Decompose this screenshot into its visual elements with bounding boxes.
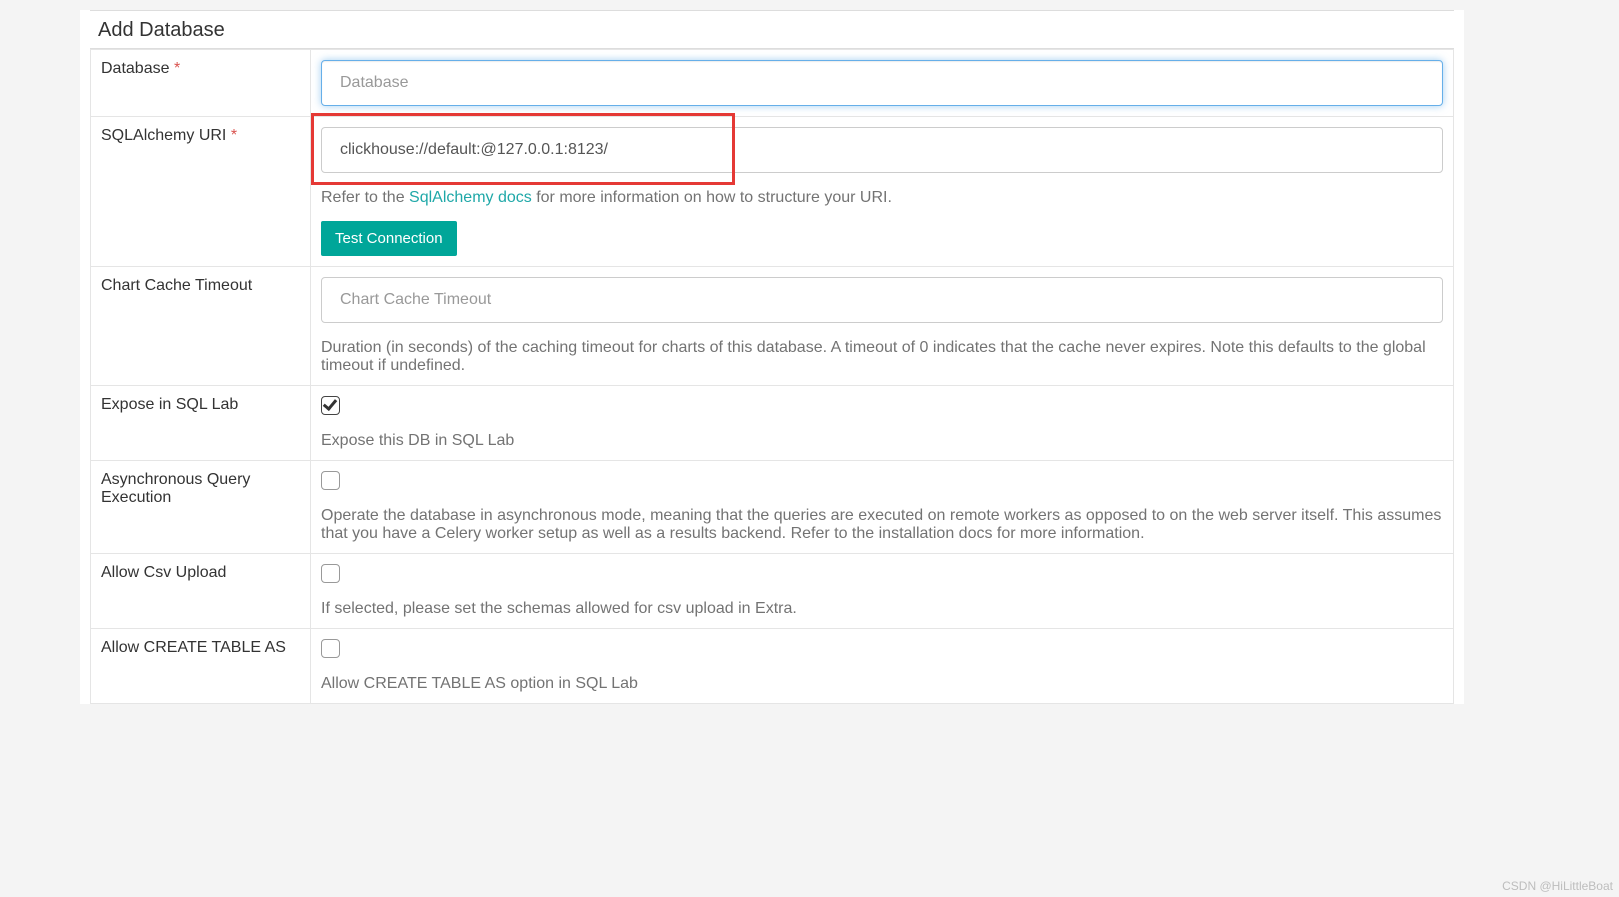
expose-sql-lab-cell: Expose this DB in SQL Lab	[311, 386, 1454, 461]
chart-cache-timeout-input[interactable]	[321, 277, 1443, 323]
sqlalchemy-docs-link[interactable]: SqlAlchemy docs	[409, 189, 532, 206]
page-title: Add Database	[90, 10, 1454, 49]
chart-cache-timeout-label: Chart Cache Timeout	[101, 277, 252, 294]
sqlalchemy-uri-help: Refer to the SqlAlchemy docs for more in…	[321, 189, 1443, 207]
expose-sql-lab-label: Expose in SQL Lab	[101, 396, 238, 413]
async-query-cell: Operate the database in asynchronous mod…	[311, 461, 1454, 554]
allow-csv-upload-label: Allow Csv Upload	[101, 564, 226, 581]
watermark: CSDN @HiLittleBoat	[1502, 879, 1613, 893]
sqlalchemy-uri-input[interactable]	[321, 127, 1443, 173]
async-query-label-cell: Asynchronous Query Execution	[91, 461, 311, 554]
database-input[interactable]	[321, 60, 1443, 106]
sqlalchemy-uri-label-cell: SQLAlchemy URI *	[91, 117, 311, 267]
help-suffix: for more information on how to structure…	[532, 189, 892, 206]
chart-cache-timeout-cell: Duration (in seconds) of the caching tim…	[311, 267, 1454, 386]
async-query-label: Asynchronous Query Execution	[101, 471, 250, 506]
sqlalchemy-uri-label: SQLAlchemy URI	[101, 127, 226, 144]
allow-ctas-help: Allow CREATE TABLE AS option in SQL Lab	[321, 675, 1443, 693]
database-label: Database	[101, 60, 170, 77]
expose-sql-lab-help: Expose this DB in SQL Lab	[321, 432, 1443, 450]
test-connection-button[interactable]: Test Connection	[321, 221, 457, 256]
database-label-cell: Database *	[91, 50, 311, 117]
allow-ctas-label-cell: Allow CREATE TABLE AS	[91, 629, 311, 704]
expose-sql-lab-label-cell: Expose in SQL Lab	[91, 386, 311, 461]
chart-cache-timeout-help: Duration (in seconds) of the caching tim…	[321, 339, 1443, 375]
async-query-help: Operate the database in asynchronous mod…	[321, 507, 1443, 543]
add-database-form: Database * SQLAlchemy URI * Refer to the…	[90, 49, 1454, 704]
required-mark: *	[174, 60, 180, 77]
allow-csv-upload-checkbox[interactable]	[321, 564, 340, 583]
chart-cache-timeout-label-cell: Chart Cache Timeout	[91, 267, 311, 386]
allow-ctas-cell: Allow CREATE TABLE AS option in SQL Lab	[311, 629, 1454, 704]
sqlalchemy-uri-cell: Refer to the SqlAlchemy docs for more in…	[311, 117, 1454, 267]
allow-ctas-label: Allow CREATE TABLE AS	[101, 639, 286, 656]
allow-csv-upload-label-cell: Allow Csv Upload	[91, 554, 311, 629]
allow-csv-upload-cell: If selected, please set the schemas allo…	[311, 554, 1454, 629]
expose-sql-lab-checkbox[interactable]	[321, 396, 340, 415]
required-mark: *	[231, 127, 237, 144]
allow-ctas-checkbox[interactable]	[321, 639, 340, 658]
database-input-cell	[311, 50, 1454, 117]
async-query-checkbox[interactable]	[321, 471, 340, 490]
help-prefix: Refer to the	[321, 189, 409, 206]
allow-csv-upload-help: If selected, please set the schemas allo…	[321, 600, 1443, 618]
